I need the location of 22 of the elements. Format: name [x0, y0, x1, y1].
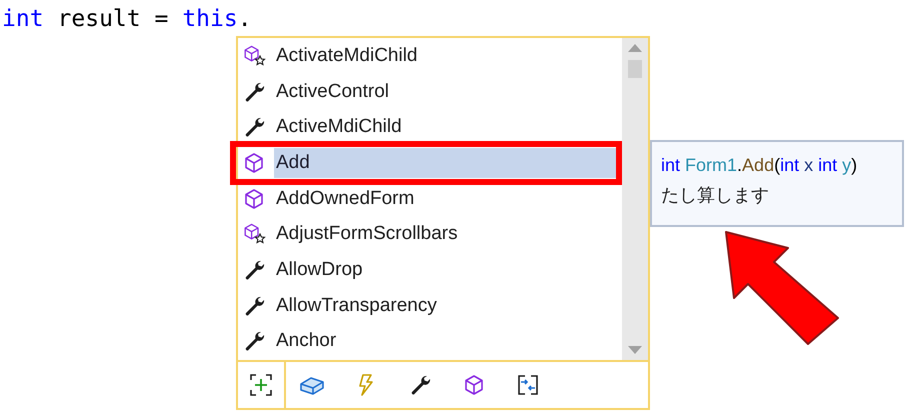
cube-icon [462, 373, 486, 397]
code-token: . [238, 5, 252, 34]
plus-bracket-icon [249, 373, 273, 397]
code-token: this [182, 5, 238, 34]
completion-item[interactable]: AllowDrop [238, 252, 622, 288]
completion-item[interactable]: AddOwnedForm [238, 180, 622, 216]
code-token: result = [58, 5, 168, 34]
method-description: たし算します [661, 184, 770, 207]
completion-item[interactable]: ActiveControl [238, 74, 622, 110]
cube-icon [242, 186, 266, 211]
completion-item[interactable]: ActiveMdiChild [238, 109, 622, 146]
cube-star-icon [242, 44, 266, 68]
code-token: int [2, 5, 44, 34]
completion-item[interactable]: ActivateMdiChild [238, 38, 622, 74]
scroll-thumb[interactable] [628, 60, 642, 78]
cube-star-icon [242, 222, 266, 246]
arrows-icon [516, 373, 540, 397]
completion-item[interactable]: AdjustFormScrollbars [238, 216, 622, 252]
cube-icon [242, 150, 266, 175]
method-signature: int Form1.Add(int x int y) [661, 154, 858, 177]
completion-item[interactable]: Anchor [238, 324, 622, 360]
completion-item[interactable]: AllowTransparency [238, 288, 622, 324]
